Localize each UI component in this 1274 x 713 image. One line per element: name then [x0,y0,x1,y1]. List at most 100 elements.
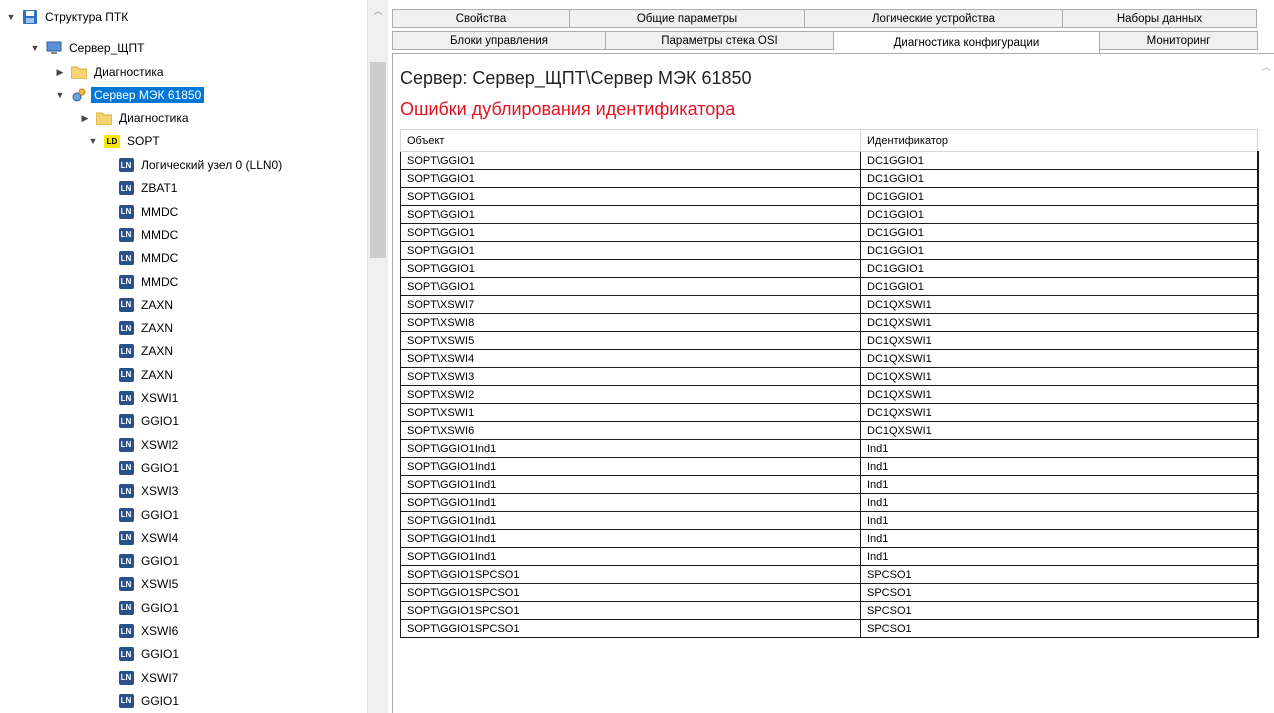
tree-node-ln[interactable]: LN XSWI4 [118,527,181,549]
cell-object: SOPT\XSWI4 [400,349,861,368]
column-header-identifier[interactable]: Идентификатор [860,129,1258,152]
scrollbar-thumb[interactable] [370,62,386,258]
table-row[interactable]: SOPT\GGIO1Ind1 Ind1 [400,511,1259,530]
tree-node-ln[interactable]: LN MMDC [118,247,181,269]
tab-datasets[interactable]: Наборы данных [1063,9,1257,28]
table-row[interactable]: SOPT\GGIO1Ind1 Ind1 [400,493,1259,512]
tree-node-ln[interactable]: LN XSWI6 [118,620,181,642]
tree-node-ln[interactable]: LN XSWI1 [118,387,181,409]
tree-node-ln[interactable]: LN XSWI2 [118,434,181,456]
table-row[interactable]: SOPT\GGIO1 DC1GGIO1 [400,223,1259,242]
collapse-arrow-icon[interactable]: ▼ [88,136,98,146]
tree-node-ln[interactable]: LN MMDC [118,271,181,293]
column-header-object[interactable]: Объект [400,129,861,152]
tree-node-label: MMDC [141,274,179,289]
tree-scrollbar[interactable]: ︿ [367,0,388,713]
cell-identifier: DC1QXSWI1 [860,349,1259,368]
table-row[interactable]: SOPT\GGIO1 DC1GGIO1 [400,187,1259,206]
table-row[interactable]: SOPT\XSWI8 DC1QXSWI1 [400,313,1259,332]
table-row[interactable]: SOPT\GGIO1SPCSO1 SPCSO1 [400,583,1259,602]
tree-node-ln[interactable]: LN Логический узел 0 (LLN0) [118,154,285,176]
structure-tree[interactable]: ▼ Структура ПТК ▼ Сервер_ЩПТ ▶ Диагности… [0,0,366,713]
logical-device-icon: LD [104,133,120,149]
logical-node-icon: LN [118,623,134,639]
logical-node-icon: LN [118,227,134,243]
cell-identifier: DC1QXSWI1 [860,421,1259,440]
tab-config-diagnostics[interactable]: Диагностика конфигурации [834,31,1100,54]
logical-node-icon: LN [118,367,134,383]
tree-node-ln[interactable]: LN GGIO1 [118,550,182,572]
tab-logical-devices[interactable]: Логические устройства [805,9,1063,28]
tab-control-blocks[interactable]: Блоки управления [392,31,606,50]
cell-identifier: DC1QXSWI1 [860,403,1259,422]
tree-node-ln[interactable]: LN GGIO1 [118,690,182,712]
table-row[interactable]: SOPT\GGIO1 DC1GGIO1 [400,151,1259,170]
table-row[interactable]: SOPT\GGIO1Ind1 Ind1 [400,457,1259,476]
table-row[interactable]: SOPT\GGIO1 DC1GGIO1 [400,205,1259,224]
table-row[interactable]: SOPT\XSWI7 DC1QXSWI1 [400,295,1259,314]
tree-node-label: XSWI2 [141,437,179,452]
tree-node-ln[interactable]: LN ZAXN [118,340,176,362]
scroll-up-arrow-icon[interactable]: ︿ [1258,60,1274,73]
table-row[interactable]: SOPT\XSWI6 DC1QXSWI1 [400,421,1259,440]
cell-identifier: Ind1 [860,493,1259,512]
expand-arrow-icon[interactable]: ▶ [80,113,90,124]
tree-node-diagnostics-2[interactable]: ▶ Диагностика [80,107,192,129]
table-row[interactable]: SOPT\XSWI4 DC1QXSWI1 [400,349,1259,368]
table-row[interactable]: SOPT\GGIO1SPCSO1 SPCSO1 [400,601,1259,620]
tree-node-ln[interactable]: LN XSWI7 [118,667,181,689]
tree-node-diagnostics[interactable]: ▶ Диагностика [55,61,167,83]
tree-node-ln[interactable]: LN ZAXN [118,294,176,316]
tree-node-ln[interactable]: LN GGIO1 [118,504,182,526]
tree-node-root[interactable]: ▼ Структура ПТК [6,6,131,28]
tree-node-ln[interactable]: LN GGIO1 [118,410,182,432]
table-row[interactable]: SOPT\GGIO1 DC1GGIO1 [400,259,1259,278]
tree-node-ln[interactable]: LN MMDC [118,224,181,246]
duplicates-table: Объект Идентификатор SOPT\GGIO1 DC1GGIO1 S… [400,129,1259,638]
table-row[interactable]: SOPT\XSWI5 DC1QXSWI1 [400,331,1259,350]
tree-node-ln[interactable]: LN XSWI5 [118,573,181,595]
tree-node-ln[interactable]: LN ZAXN [118,364,176,386]
table-row[interactable]: SOPT\XSWI1 DC1QXSWI1 [400,403,1259,422]
tree-node-ln[interactable]: LN ZAXN [118,317,176,339]
table-row[interactable]: SOPT\GGIO1SPCSO1 SPCSO1 [400,565,1259,584]
tree-node-label: XSWI5 [141,577,179,592]
table-row[interactable]: SOPT\GGIO1SPCSO1 SPCSO1 [400,619,1259,638]
cell-object: SOPT\GGIO1SPCSO1 [400,565,861,584]
tab-row-2: Блоки управления Параметры стека OSI Диа… [392,31,1258,54]
logical-node-icon: LN [118,576,134,592]
content-scrollbar[interactable]: ︿ [1258,54,1274,713]
tab-properties[interactable]: Свойства [392,9,570,28]
tree-node-ln[interactable]: LN XSWI3 [118,480,181,502]
tree-node-server[interactable]: ▼ Сервер_ЩПТ [30,37,147,59]
expand-arrow-icon[interactable]: ▶ [55,67,65,78]
table-row[interactable]: SOPT\GGIO1Ind1 Ind1 [400,439,1259,458]
logical-node-icon: LN [118,204,134,220]
tab-osi-stack-params[interactable]: Параметры стека OSI [606,31,834,50]
collapse-arrow-icon[interactable]: ▼ [6,12,16,22]
cell-object: SOPT\GGIO1Ind1 [400,493,861,512]
tab-general-params[interactable]: Общие параметры [570,9,805,28]
tree-node-label: Структура ПТК [45,10,129,24]
collapse-arrow-icon[interactable]: ▼ [55,90,65,100]
tree-node-mek-server[interactable]: ▼ Сервер МЭК 61850 [55,84,205,106]
table-row[interactable]: SOPT\GGIO1 DC1GGIO1 [400,277,1259,296]
computer-icon [46,40,62,56]
table-row[interactable]: SOPT\GGIO1 DC1GGIO1 [400,241,1259,260]
table-row[interactable]: SOPT\GGIO1 DC1GGIO1 [400,169,1259,188]
table-row[interactable]: SOPT\GGIO1Ind1 Ind1 [400,529,1259,548]
tree-node-ln[interactable]: LN GGIO1 [118,643,182,665]
tree-node-ln[interactable]: LN MMDC [118,201,181,223]
table-row[interactable]: SOPT\XSWI3 DC1QXSWI1 [400,367,1259,386]
tab-monitoring[interactable]: Мониторинг [1100,31,1258,50]
table-row[interactable]: SOPT\GGIO1Ind1 Ind1 [400,547,1259,566]
table-row[interactable]: SOPT\XSWI2 DC1QXSWI1 [400,385,1259,404]
tree-node-ld-sopt[interactable]: ▼ LD SOPT [88,130,163,152]
scroll-up-arrow-icon[interactable]: ︿ [368,4,388,17]
tree-node-ln[interactable]: LN GGIO1 [118,597,182,619]
cell-identifier: DC1QXSWI1 [860,331,1259,350]
table-row[interactable]: SOPT\GGIO1Ind1 Ind1 [400,475,1259,494]
tree-node-ln[interactable]: LN GGIO1 [118,457,182,479]
tree-node-ln[interactable]: LN ZBAT1 [118,177,180,199]
collapse-arrow-icon[interactable]: ▼ [30,43,40,53]
